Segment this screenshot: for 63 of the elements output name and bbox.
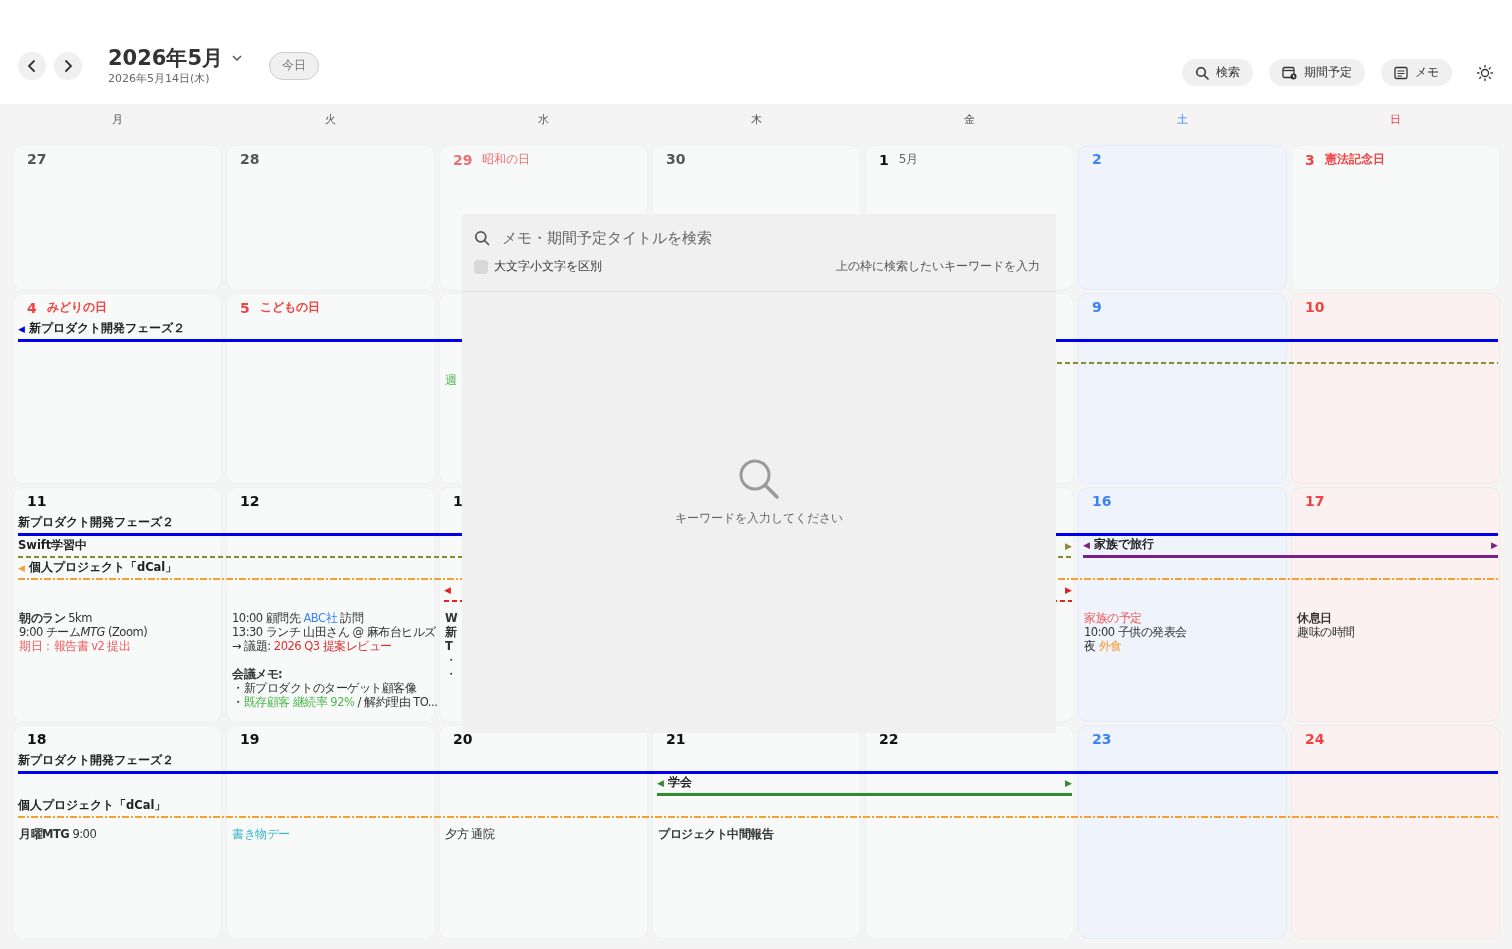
memo-line: 期日：報告書 v2 提出 [19,639,132,653]
memo-line: ・既存顧客 継続率 92% / 解約理由 TO... [232,695,435,709]
memo-line: 会議メモ: [232,667,284,681]
empty-message: キーワードを入力してください [675,510,843,527]
day-number: 4 [27,299,37,316]
weekday-label: 月 [111,112,124,128]
checkbox-label: 大文字小文字を区別 [494,258,602,275]
weekday-label: 木 [750,112,763,128]
memo-line: 新 [445,625,458,639]
memo-line: 10:00 顧問先 ABC社 訪問 [232,611,365,625]
day-number: 3 [1305,151,1315,168]
weekday-label: 土 [1176,112,1189,128]
search-hint: 上の枠に検索したいキーワードを入力 [836,258,1040,275]
day-note: 昭和の日 [482,151,531,168]
day-number: 2 [1092,151,1102,167]
memo-line: 10:00 子供の発表会 [1084,625,1188,639]
day-note: みどりの日 [46,299,107,316]
day-number: 20 [453,731,473,747]
memo-line: 13:30 ランチ 山田さん @ 麻布台ヒルズ [232,625,435,639]
weekday-label: 火 [324,112,337,128]
day-number: 5 [240,299,250,316]
day-number: 28 [240,151,260,167]
day-number: 16 [1092,493,1112,509]
day-number: 21 [666,731,686,747]
memo-line: → 議題: 2026 Q3 提案レビュー [232,639,393,653]
day-number: 18 [27,731,47,747]
memo-line: 家族の予定 [1084,611,1143,625]
memo-line: W [445,611,459,625]
weekday-label: 日 [1389,112,1402,128]
day-note: 5月 [898,151,919,168]
day-number: 19 [240,731,260,747]
memo-line: ・新プロダクトのターゲット顧客像 [232,681,418,695]
day-number: 30 [666,151,686,167]
day-number: 10 [1305,299,1325,315]
day-number: 1 [453,493,463,509]
weekday-label: 水 [537,112,550,128]
day-number: 22 [879,731,899,747]
memo-line: T [445,639,454,653]
memo-line: 月曜MTG 9:00 [19,827,98,841]
day-number: 11 [27,493,47,509]
day-number: 1 [879,151,889,168]
memo-line: 9:00 チームMTG (Zoom) [19,625,149,639]
memo-line: 趣味の時間 [1297,625,1356,639]
memo-line: 朝のラン 5km [19,611,93,625]
day-number: 24 [1305,731,1325,747]
memo-line: ・ [445,653,458,667]
day-number: 9 [1092,299,1102,315]
memo-line: 休息日 [1297,611,1333,625]
current-date: 2026年5月14日(木) [108,71,211,86]
memo-line: 夜 外食 [1084,639,1123,653]
memo-line: ・ [445,667,458,681]
weekday-label: 金 [963,112,976,128]
day-note: こどもの日 [259,299,320,316]
day-number: 29 [453,151,473,168]
day-note: 憲法記念日 [1324,151,1385,168]
day-number: 17 [1305,493,1325,509]
memo-line: 週 [445,373,458,387]
day-number: 12 [240,493,260,509]
day-number: 23 [1092,731,1112,747]
memo-line: プロジェクト中間報告 [658,827,775,841]
day-number: 27 [27,151,47,167]
memo-line: 書き物デー [232,827,291,841]
memo-line: 夕方 通院 [445,827,496,841]
